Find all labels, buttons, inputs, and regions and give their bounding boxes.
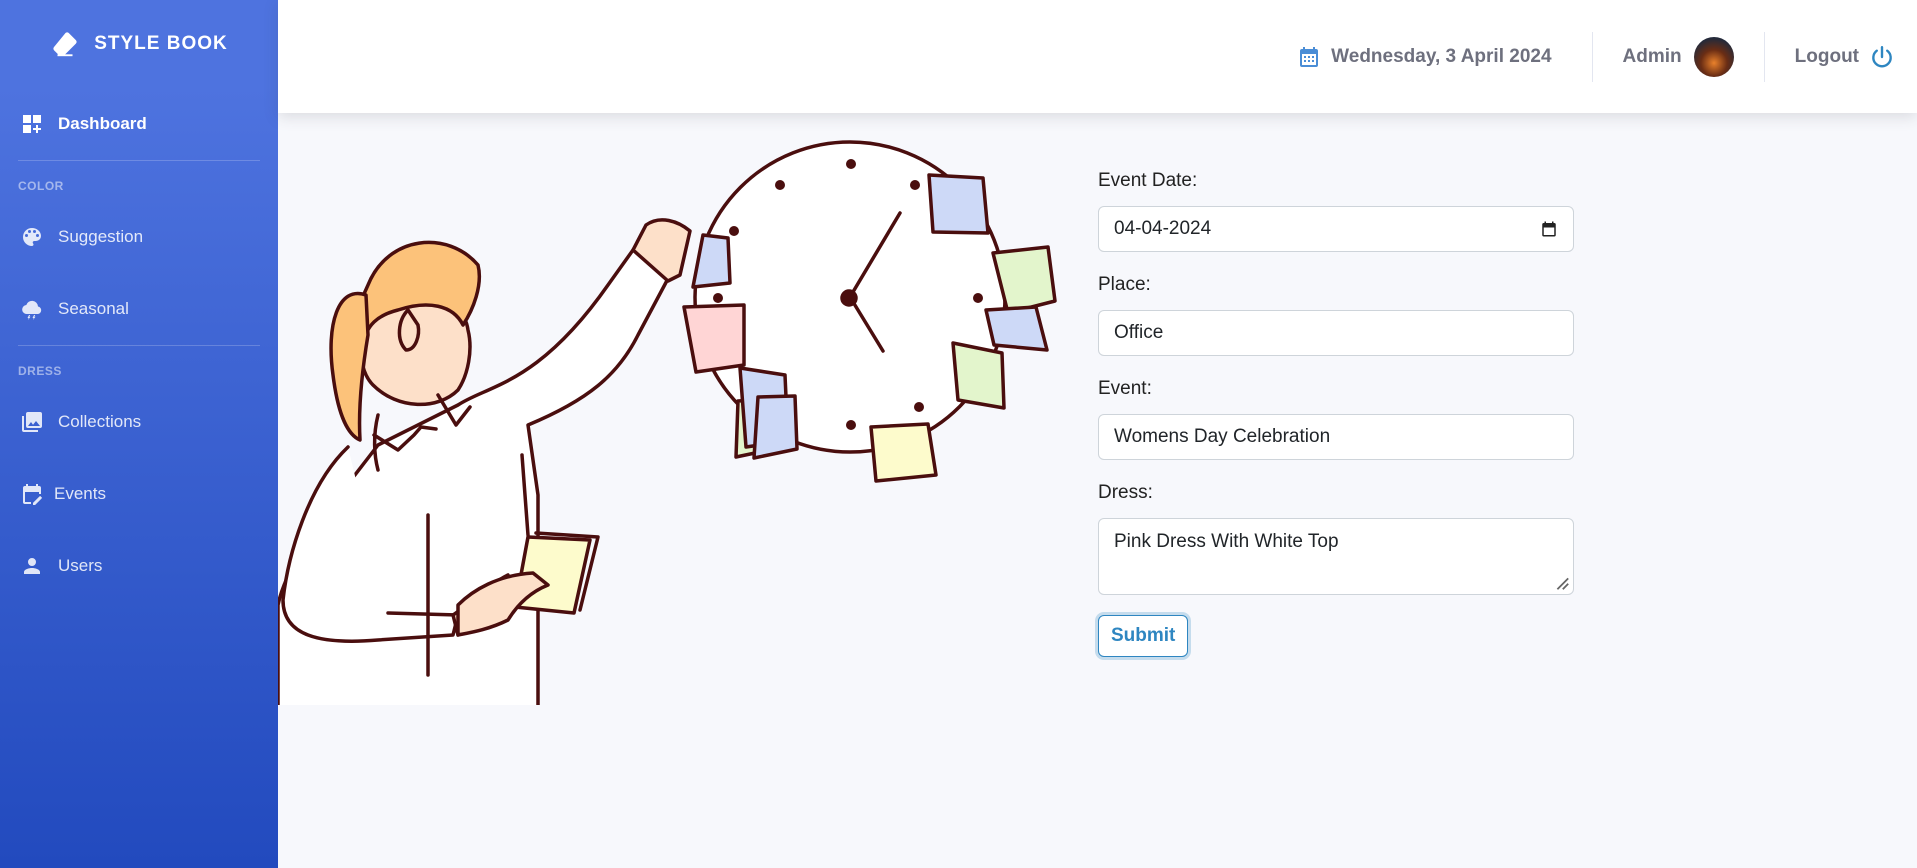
dress-value: Pink Dress With White Top: [1114, 531, 1339, 552]
brand[interactable]: STYLE BOOK: [0, 0, 278, 88]
sidebar-item-events[interactable]: Events: [0, 458, 278, 530]
sidebar-item-users[interactable]: Users: [0, 530, 278, 602]
event-date-label: Event Date:: [1098, 170, 1198, 191]
dashboard-add-icon: [23, 115, 41, 133]
power-icon: [1872, 45, 1892, 67]
sidebar-item-label: Events: [54, 484, 106, 503]
palette-icon: [23, 228, 41, 246]
sidebar-item-collections[interactable]: Collections: [0, 386, 278, 458]
storm-cloud-icon: [22, 300, 42, 320]
sidebar-item-label: Suggestion: [58, 227, 144, 246]
user-name: Admin: [1622, 45, 1682, 67]
place-value: Office: [1114, 322, 1164, 343]
woman-sticky-notes-clock-illustration: [278, 140, 1057, 705]
dress-textarea[interactable]: Pink Dress With White Top: [1098, 518, 1574, 595]
event-date-input[interactable]: 04-04-2024: [1098, 206, 1574, 252]
place-input[interactable]: Office: [1098, 310, 1574, 356]
resize-handle-icon[interactable]: [1552, 573, 1570, 591]
logout-label: Logout: [1794, 45, 1859, 67]
submit-button[interactable]: Submit: [1098, 615, 1189, 657]
sidebar-item-seasonal[interactable]: Seasonal: [0, 273, 278, 345]
user-menu[interactable]: Admin: [1593, 36, 1764, 77]
sidebar-item-label: Dashboard: [58, 114, 147, 133]
sidebar-item-dashboard[interactable]: Dashboard: [0, 88, 278, 160]
calendar-icon: [1300, 46, 1319, 67]
sidebar-item-label: Users: [58, 556, 103, 575]
sidebar-heading-dress: DRESS: [18, 364, 62, 378]
dress-label: Dress:: [1098, 482, 1153, 503]
sidebar-item-label: Collections: [58, 412, 142, 431]
eraser-icon: [53, 32, 77, 57]
sidebar-item-suggestion[interactable]: Suggestion: [0, 201, 278, 273]
calendar-picker-icon[interactable]: [1540, 220, 1558, 238]
event-form: Event Date: 04-04-2024 Place: Office Eve…: [1098, 170, 1574, 657]
current-date-text: Wednesday, 3 April 2024: [1331, 45, 1552, 67]
photo-library-icon: [22, 412, 42, 432]
sidebar: STYLE BOOK Dashboard COLOR Suggestion Se…: [0, 0, 278, 868]
sidebar-item-label: Seasonal: [58, 299, 129, 318]
event-value: Womens Day Celebration: [1114, 426, 1331, 447]
person-icon: [24, 558, 40, 574]
calendar-edit-icon: [23, 484, 42, 505]
sidebar-heading-color: COLOR: [18, 179, 64, 193]
place-label: Place:: [1098, 274, 1151, 295]
event-input[interactable]: Womens Day Celebration: [1098, 414, 1574, 460]
avatar: [1693, 36, 1734, 77]
logout-button[interactable]: Logout: [1765, 44, 1917, 70]
event-label: Event:: [1098, 378, 1152, 399]
event-date-value: 04-04-2024: [1114, 218, 1212, 239]
current-date: Wednesday, 3 April 2024: [1297, 45, 1591, 69]
topbar: Wednesday, 3 April 2024 Admin Logout: [278, 0, 1917, 113]
brand-name: STYLE BOOK: [94, 33, 228, 54]
